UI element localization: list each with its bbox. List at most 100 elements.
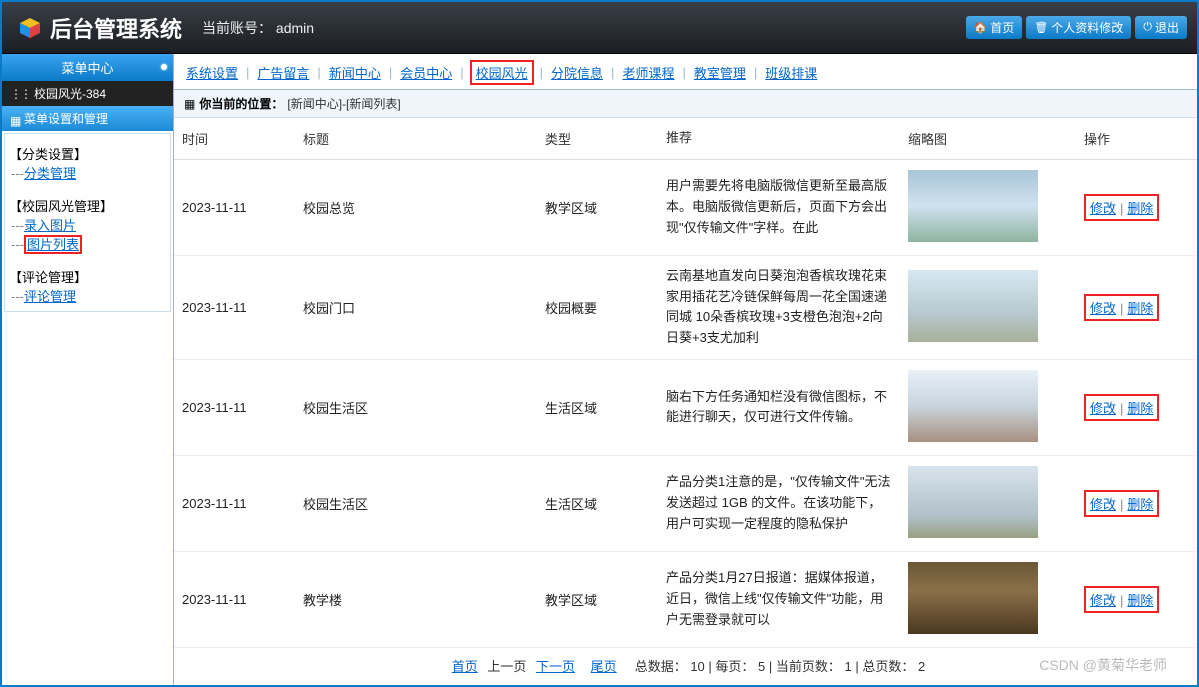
pager-stats: 总数据： 10 | 每页： 5 | 当前页数： 1 | 总页数： 2 (635, 656, 926, 675)
panel-title: ▦ 菜单设置和管理 (2, 106, 173, 131)
cell-thumb (900, 159, 1076, 255)
thumbnail-image (908, 562, 1038, 634)
table-row: 2023-11-11校园生活区生活区域产品分类1注意的是，"仅传输文件"无法发送… (174, 455, 1197, 551)
group-head-0: 【分类设置】 (9, 144, 166, 163)
edit-link[interactable]: 修改 (1090, 401, 1116, 416)
op-box: 修改|删除 (1084, 294, 1159, 321)
nav-tabs: 系统设置| 广告留言| 新闻中心| 会员中心| 校园风光| 分院信息| 老师课程… (174, 54, 1197, 90)
sidebar-link-image-list[interactable]: ---图片列表 (11, 234, 166, 253)
cell-rec: 产品分类1注意的是，"仅传输文件"无法发送超过 1GB 的文件。在该功能下，用户… (658, 455, 900, 551)
cell-op: 修改|删除 (1076, 359, 1197, 455)
thumbnail-image (908, 370, 1038, 442)
edit-link[interactable]: 修改 (1090, 301, 1116, 316)
cell-op: 修改|删除 (1076, 255, 1197, 359)
profile-icon: 🗑 (1034, 21, 1048, 34)
sidebar-link-comment-manage[interactable]: ---评论管理 (11, 286, 166, 305)
tab-schedule[interactable]: 班级排课 (763, 61, 819, 84)
sidebar: 菜单中心 ⋮⋮ 校园风光-384 ▦ 菜单设置和管理 【分类设置】 ---分类管… (2, 54, 174, 685)
logout-icon: ⏻ (1143, 21, 1152, 34)
cell-type: 校园概要 (537, 255, 658, 359)
home-icon: 🏠 (974, 21, 988, 34)
group-head-1: 【校园风光管理】 (9, 196, 166, 215)
edit-link[interactable]: 修改 (1090, 497, 1116, 512)
thumbnail-image (908, 170, 1038, 242)
top-right-buttons: 🏠首页 🗑个人资料修改 ⏻退出 (966, 16, 1187, 39)
pager: 首页 上一页 下一页 尾页 总数据： 10 | 每页： 5 | 当前页数： 1 … (174, 648, 1197, 683)
body-wrap: 菜单中心 ⋮⋮ 校园风光-384 ▦ 菜单设置和管理 【分类设置】 ---分类管… (2, 54, 1197, 685)
tab-classroom[interactable]: 教室管理 (692, 61, 748, 84)
th-op: 操作 (1076, 118, 1197, 159)
delete-link[interactable]: 删除 (1127, 593, 1153, 608)
account-name: admin (276, 20, 314, 36)
delete-link[interactable]: 删除 (1127, 497, 1153, 512)
panel-body: 【分类设置】 ---分类管理 【校园风光管理】 ---录入图片 ---图片列表 … (4, 133, 171, 312)
pager-prev: 上一页 (487, 659, 526, 674)
cell-thumb (900, 359, 1076, 455)
delete-link[interactable]: 删除 (1127, 201, 1153, 216)
content: 时间 标题 类型 推荐 缩略图 操作 2023-11-11校园总览教学区域用户需… (174, 118, 1197, 685)
pager-last[interactable]: 尾页 (591, 659, 617, 674)
sidebar-link-upload-image[interactable]: ---录入图片 (11, 215, 166, 234)
pager-first[interactable]: 首页 (452, 659, 478, 674)
cell-op: 修改|删除 (1076, 551, 1197, 647)
account-info: 当前账号： admin (202, 18, 314, 38)
app-title: 后台管理系统 (50, 12, 182, 44)
tree-node-label: 校园风光-384 (34, 85, 106, 102)
cell-time: 2023-11-11 (174, 159, 295, 255)
data-table: 时间 标题 类型 推荐 缩略图 操作 2023-11-11校园总览教学区域用户需… (174, 118, 1197, 648)
main: 系统设置| 广告留言| 新闻中心| 会员中心| 校园风光| 分院信息| 老师课程… (174, 54, 1197, 685)
cell-op: 修改|删除 (1076, 159, 1197, 255)
pager-next[interactable]: 下一页 (536, 659, 575, 674)
cell-thumb (900, 255, 1076, 359)
breadcrumb: ▦ 你当前的位置： [新闻中心]-[新闻列表] (174, 90, 1197, 118)
edit-link[interactable]: 修改 (1090, 593, 1116, 608)
sidebar-link-category-manage[interactable]: ---分类管理 (11, 163, 166, 182)
home-button[interactable]: 🏠首页 (966, 16, 1023, 39)
cell-time: 2023-11-11 (174, 359, 295, 455)
profile-button[interactable]: 🗑个人资料修改 (1026, 16, 1131, 39)
delete-link[interactable]: 删除 (1127, 301, 1153, 316)
table-row: 2023-11-11校园生活区生活区域脑右下方任务通知栏没有微信图标，不能进行聊… (174, 359, 1197, 455)
cell-time: 2023-11-11 (174, 255, 295, 359)
edit-link[interactable]: 修改 (1090, 201, 1116, 216)
thumbnail-image (908, 270, 1038, 342)
cell-title: 教学楼 (295, 551, 537, 647)
panel-icon: ▦ (10, 114, 20, 124)
table-row: 2023-11-11教学楼教学区域产品分类1月27日报道：据媒体报道，近日，微信… (174, 551, 1197, 647)
logout-button[interactable]: ⏻退出 (1135, 16, 1187, 39)
table-row: 2023-11-11校园门口校园概要云南基地直发向日葵泡泡香槟玫瑰花束家用插花艺… (174, 255, 1197, 359)
op-box: 修改|删除 (1084, 394, 1159, 421)
cell-type: 教学区域 (537, 159, 658, 255)
th-title: 标题 (295, 118, 537, 159)
tab-ads[interactable]: 广告留言 (255, 61, 311, 84)
cell-op: 修改|删除 (1076, 455, 1197, 551)
tab-campus-active[interactable]: 校园风光 (470, 60, 534, 85)
cell-title: 校园生活区 (295, 455, 537, 551)
group-head-2: 【评论管理】 (9, 267, 166, 286)
top-bar: 后台管理系统 当前账号： admin 🏠首页 🗑个人资料修改 ⏻退出 (2, 2, 1197, 54)
delete-link[interactable]: 删除 (1127, 401, 1153, 416)
cell-thumb (900, 455, 1076, 551)
th-rec: 推荐 (658, 118, 900, 159)
tab-news[interactable]: 新闻中心 (327, 61, 383, 84)
tab-member[interactable]: 会员中心 (398, 61, 454, 84)
th-time: 时间 (174, 118, 295, 159)
cell-time: 2023-11-11 (174, 551, 295, 647)
cell-title: 校园门口 (295, 255, 537, 359)
tab-teacher[interactable]: 老师课程 (620, 61, 676, 84)
op-box: 修改|删除 (1084, 490, 1159, 517)
cell-title: 校园生活区 (295, 359, 537, 455)
cell-time: 2023-11-11 (174, 455, 295, 551)
tab-system[interactable]: 系统设置 (184, 61, 240, 84)
cell-rec: 云南基地直发向日葵泡泡香槟玫瑰花束家用插花艺冷链保鲜每周一花全国速递同城 10朵… (658, 255, 900, 359)
breadcrumb-path: [新闻中心]-[新闻列表] (287, 95, 400, 112)
table-header-row: 时间 标题 类型 推荐 缩略图 操作 (174, 118, 1197, 159)
cell-type: 生活区域 (537, 359, 658, 455)
tab-college[interactable]: 分院信息 (549, 61, 605, 84)
app-frame: COMPANY 后台管理系统 当前账号： admin 🏠首页 🗑个人资料修改 ⏻… (0, 0, 1199, 687)
cell-thumb (900, 551, 1076, 647)
menu-center-header: 菜单中心 (2, 54, 173, 81)
breadcrumb-label: 你当前的位置： (199, 95, 283, 112)
tree-icon: ⋮⋮ (10, 87, 30, 101)
tree-node[interactable]: ⋮⋮ 校园风光-384 (2, 81, 173, 106)
